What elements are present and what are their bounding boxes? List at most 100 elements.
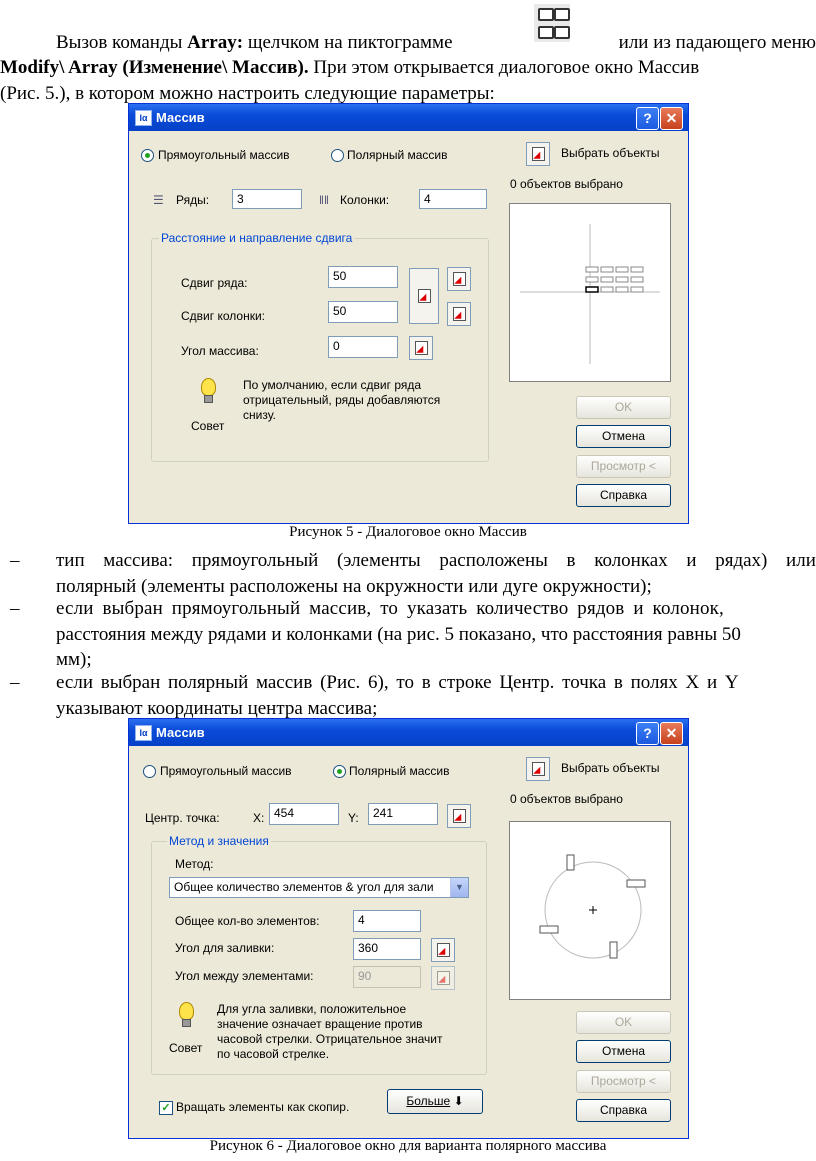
close-button[interactable]: ✕	[660, 107, 683, 130]
help-button[interactable]: Справка	[576, 1099, 671, 1122]
pick-column-offset-button[interactable]	[447, 302, 471, 326]
intro-menu-path: Modify\ Array (Изменение\ Массив).	[0, 57, 309, 78]
method-select[interactable]: Общее количество элементов & угол для за…	[169, 877, 469, 898]
rows-label: Ряды:	[176, 193, 210, 207]
tip-label: Совет	[169, 1041, 203, 1055]
rotate-items-checkbox[interactable]: ✓	[159, 1101, 173, 1115]
select-objects-label: Выбрать объекты	[561, 146, 660, 160]
radio-rectangular-label: Прямоугольный массив	[160, 764, 292, 778]
pick-both-offsets-button[interactable]	[409, 268, 439, 324]
radio-rectangular[interactable]	[143, 765, 156, 778]
figure-6-caption: Рисунок 6 - Диалоговое окно для варианта…	[209, 1138, 607, 1154]
intro-line-2: При этом открывается диалоговое окно Мас…	[308, 57, 700, 78]
bullet-dash: –	[10, 550, 20, 571]
select-objects-label: Выбрать объекты	[561, 761, 660, 775]
lightbulb-icon	[199, 378, 216, 404]
rows-icon: ☰	[153, 193, 164, 207]
preview-button[interactable]: Просмотр <	[576, 1070, 671, 1093]
rotate-items-label: Вращать элементы как скопир.	[176, 1100, 350, 1114]
array-icon	[534, 4, 570, 42]
preview-polar-array	[539, 854, 646, 959]
preview-area	[509, 821, 671, 1000]
pick-angle-button[interactable]	[409, 336, 433, 360]
intro-text: Вызов команды	[56, 32, 188, 53]
preview-rect-array	[520, 224, 660, 364]
radio-polar[interactable]	[333, 765, 346, 778]
cancel-button[interactable]: Отмена	[576, 425, 671, 448]
radio-polar[interactable]	[331, 149, 344, 162]
column-offset-label: Сдвиг колонки:	[181, 309, 265, 323]
tip-text-line: значение означает вращение против	[217, 1017, 423, 1031]
bullet-dash: –	[10, 598, 20, 619]
method-label: Метод:	[175, 857, 214, 871]
select-objects-button[interactable]	[526, 142, 550, 166]
pick-center-button[interactable]	[447, 804, 471, 828]
bullet-line: если выбран полярный массив (Рис. 6), то…	[56, 672, 739, 693]
dialog-title: Массив	[156, 110, 205, 125]
radio-polar-label: Полярный массив	[347, 148, 448, 162]
angle-between-input[interactable]: 90	[353, 966, 421, 988]
array-dialog-polar: Ια Массив ? ✕ Прямоугольный массив Поляр…	[128, 718, 689, 1139]
bullet-line: мм);	[56, 649, 92, 670]
fill-angle-label: Угол для заливки:	[175, 941, 275, 955]
preview-button[interactable]: Просмотр <	[576, 455, 671, 478]
tip-label: Совет	[191, 419, 225, 433]
fill-angle-input[interactable]: 360	[353, 938, 421, 960]
rows-input[interactable]: 3	[232, 189, 302, 209]
bullet-line: расстояния между рядами и колонками (на …	[56, 623, 741, 645]
pick-fill-angle-button[interactable]	[431, 938, 455, 962]
bullet-line: тип массива: прямоугольный (элементы располо…	[56, 550, 816, 571]
total-items-input[interactable]: 4	[353, 910, 421, 932]
center-x-input[interactable]: 454	[269, 803, 339, 825]
columns-icon: ‖‖	[319, 193, 329, 207]
tip-text-line: По умолчанию, если сдвиг ряда	[243, 378, 422, 392]
bullet-dash: –	[10, 672, 20, 693]
tip-text-line: по часовой стрелке.	[217, 1047, 330, 1061]
tip-text-line: Для угла заливки, положительное	[217, 1002, 407, 1016]
x-label: X:	[253, 811, 265, 825]
figure-5-caption: Рисунок 5 - Диалоговое окно Массив	[289, 524, 527, 540]
offset-group-title: Расстояние и направление сдвига	[159, 231, 355, 245]
more-button-label: Больше	[406, 1094, 451, 1108]
row-offset-input[interactable]: 50	[328, 266, 398, 288]
column-offset-input[interactable]: 50	[328, 301, 398, 323]
columns-input[interactable]: 4	[419, 189, 487, 209]
center-y-input[interactable]: 241	[368, 803, 438, 825]
intro-paragraph: Вызов команды Array: щелчком на пиктогра…	[0, 30, 816, 107]
title-bar: Ια Массив ? ✕	[129, 719, 688, 746]
pick-row-offset-button[interactable]	[447, 267, 471, 291]
select-objects-button[interactable]	[526, 757, 550, 781]
help-title-button[interactable]: ?	[636, 107, 659, 130]
preview-area	[509, 203, 671, 382]
ok-button[interactable]: OK	[576, 1011, 671, 1034]
pick-angle-between-button[interactable]	[431, 966, 455, 990]
tip-text-line: часовой стрелки. Отрицательное значит	[217, 1032, 443, 1046]
radio-polar-label: Полярный массив	[349, 764, 450, 778]
bullet-line: если выбран прямоугольный массив, то ука…	[56, 598, 724, 619]
title-bar: Ια Массив ? ✕	[129, 104, 688, 131]
selected-count: 0 объектов выбрано	[510, 792, 623, 806]
cancel-button[interactable]: Отмена	[576, 1040, 671, 1063]
tip-text-line: снизу.	[243, 408, 276, 422]
method-select-value: Общее количество элементов & угол для за…	[174, 880, 434, 894]
method-group-title: Метод и значения	[167, 834, 271, 848]
selected-count: 0 объектов выбрано	[510, 177, 623, 191]
dialog-title: Массив	[156, 725, 205, 740]
dialog-icon: Ια	[135, 110, 152, 126]
total-items-label: Общее кол-во элементов:	[175, 914, 320, 928]
ok-button[interactable]: OK	[576, 396, 671, 419]
chevron-down-icon[interactable]: ▼	[450, 878, 468, 897]
close-button[interactable]: ✕	[660, 722, 683, 745]
help-title-button[interactable]: ?	[636, 722, 659, 745]
more-button[interactable]: Больше ⬇	[387, 1089, 483, 1114]
lightbulb-icon	[177, 1002, 194, 1028]
bullet-item: – если выбран прямоугольный массив, то у…	[10, 596, 816, 673]
array-angle-label: Угол массива:	[181, 344, 259, 358]
row-offset-label: Сдвиг ряда:	[181, 276, 248, 290]
y-label: Y:	[348, 811, 359, 825]
array-angle-input[interactable]: 0	[328, 336, 398, 358]
angle-between-label: Угол между элементами:	[175, 969, 314, 983]
help-button[interactable]: Справка	[576, 484, 671, 507]
radio-rectangular[interactable]	[141, 149, 154, 162]
columns-label: Колонки:	[340, 193, 390, 207]
